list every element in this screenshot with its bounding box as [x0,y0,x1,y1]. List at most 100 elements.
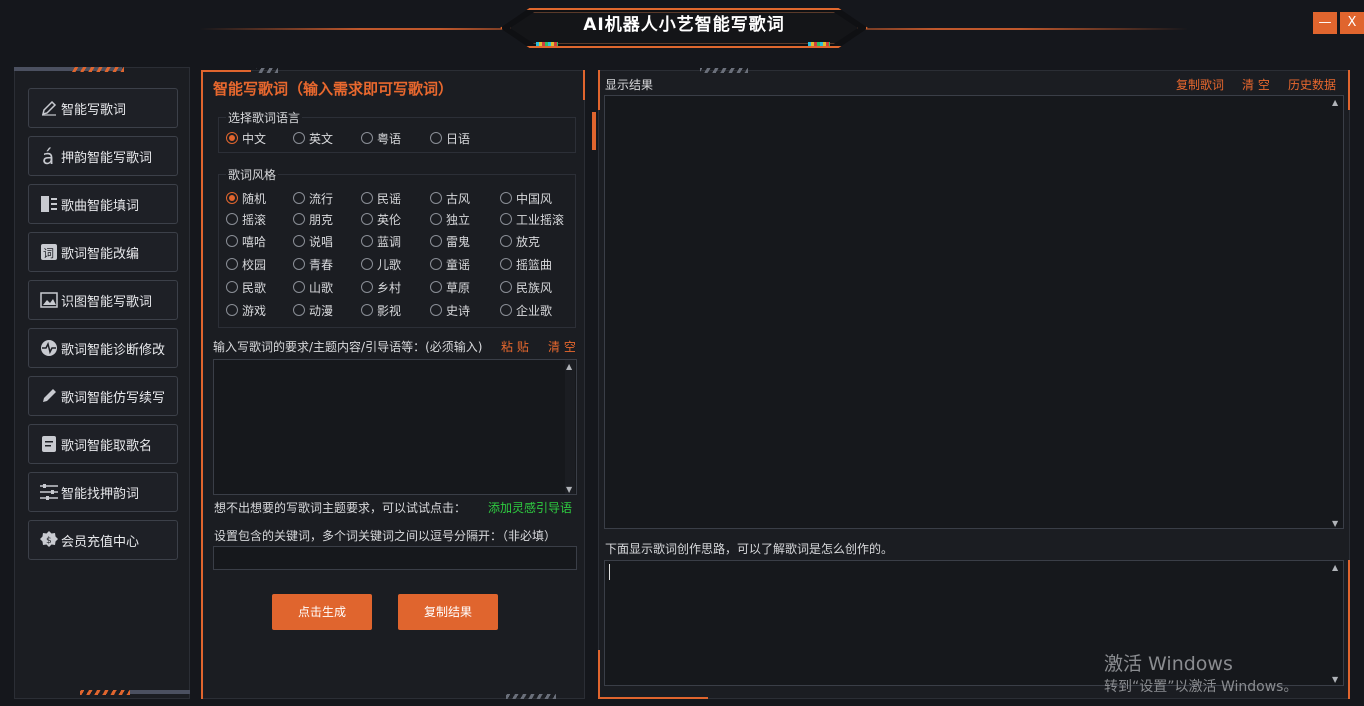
copy-lyrics-button[interactable]: 复制歌词 [1176,76,1224,93]
style-radio-option[interactable]: 摇滚 [226,211,266,227]
history-button[interactable]: 历史数据 [1288,76,1336,93]
style-radio-option[interactable]: 山歌 [293,279,333,295]
result-output[interactable] [604,95,1344,529]
radio-label: 说唱 [309,234,334,249]
radio-label: 流行 [309,191,334,206]
radio-label: 乡村 [377,280,402,295]
style-radio-option[interactable]: 影视 [361,302,401,318]
sidebar-item-image-lyrics[interactable]: 识图智能写歌词 [28,280,178,320]
radio-label: 中国风 [516,191,553,206]
radio-unchecked [293,235,305,247]
style-radio-option[interactable]: 英伦 [361,211,401,227]
clear-input-button[interactable]: 清 空 [548,338,576,355]
radio-unchecked [293,304,305,316]
radio-label: 古风 [446,191,471,206]
activation-watermark-subtitle: 转到“设置”以激活 Windows。 [1104,679,1298,695]
radio-label: 儿歌 [377,257,402,272]
language-radio-japanese[interactable]: 日语 [430,130,470,146]
scroll-down-icon[interactable]: ▼ [1332,675,1338,684]
scroll-up-icon[interactable]: ▲ [566,362,572,371]
style-radio-option[interactable]: 独立 [430,211,470,227]
style-radio-option[interactable]: 中国风 [500,190,552,206]
style-radio-option[interactable]: 草原 [430,279,470,295]
sidebar-item-diagnose-lyrics[interactable]: 歌词智能诊断修改 [28,328,178,368]
requirement-input[interactable] [213,359,577,495]
radio-unchecked [500,258,512,270]
radio-unchecked [293,192,305,204]
style-radio-option[interactable]: 民歌 [226,279,266,295]
sidebar-item-song-name[interactable]: 歌词智能取歌名 [28,424,178,464]
sidebar-item-rhyme-words[interactable]: 智能找押韵词 [28,472,178,512]
add-inspiration-link[interactable]: 添加灵感引导语 [488,499,572,516]
sidebar-item-label: 歌曲智能填词 [61,198,140,214]
inspiration-hint: 想不出想要的写歌词主题要求，可以试试点击： [214,501,467,515]
style-radio-option[interactable]: 青春 [293,256,333,272]
sidebar-bottom-hatch [80,690,130,695]
middle-right-marker [592,112,596,150]
radio-label: 民歌 [242,280,267,295]
sidebar-item-label: 识图智能写歌词 [61,294,153,310]
style-radio-option[interactable]: 民谣 [361,190,401,206]
style-radio-option[interactable]: 工业摇滚 [500,211,564,227]
style-radio-option[interactable]: 雷鬼 [430,233,470,249]
style-radio-option[interactable]: 校园 [226,256,266,272]
title-stripes-left [536,42,558,46]
sidebar-item-adapt-lyrics[interactable]: 词 歌词智能改编 [28,232,178,272]
language-radio-cantonese[interactable]: 粤语 [361,130,401,146]
clear-result-button[interactable]: 清 空 [1242,76,1270,93]
language-radio-english[interactable]: 英文 [293,130,333,146]
generate-button[interactable]: 点击生成 [272,594,372,630]
style-radio-option[interactable]: 史诗 [430,302,470,318]
scroll-up-icon[interactable]: ▲ [1332,563,1338,572]
scroll-up-icon[interactable]: ▲ [1332,98,1338,107]
sidebar-item-write-lyrics[interactable]: 智能写歌词 [28,88,178,128]
style-radio-option[interactable]: 蓝调 [361,233,401,249]
radio-unchecked [430,258,442,270]
style-radio-option[interactable]: 放克 [500,233,540,249]
radio-label: 中文 [242,131,267,146]
sidebar-item-fill-lyrics[interactable]: 歌曲智能填词 [28,184,178,224]
style-radio-option[interactable]: 儿歌 [361,256,401,272]
copy-result-button[interactable]: 复制结果 [398,594,498,630]
requirement-scrollbar[interactable] [565,360,575,494]
radio-unchecked [226,304,238,316]
minimize-button[interactable]: — [1313,12,1337,34]
activation-watermark-title: 激活 Windows [1104,653,1233,675]
style-radio-option[interactable]: 企业歌 [500,302,552,318]
style-radio-option[interactable]: 童谣 [430,256,470,272]
image-icon [39,290,59,310]
sidebar-item-imitate-lyrics[interactable]: 歌词智能仿写续写 [28,376,178,416]
sidebar-item-label: 歌词智能诊断修改 [61,342,166,358]
sidebar-item-rhyme-lyrics[interactable]: á 押韵智能写歌词 [28,136,178,176]
style-radio-option[interactable]: 乡村 [361,279,401,295]
radio-label: 摇滚 [242,212,267,227]
scroll-down-icon[interactable]: ▼ [1332,519,1338,528]
sidebar-item-membership[interactable]: $ 会员充值中心 [28,520,178,560]
style-radio-option[interactable]: 流行 [293,190,333,206]
scroll-down-icon[interactable]: ▼ [566,485,572,494]
sidebar-item-label: 歌词智能仿写续写 [61,390,166,406]
style-radio-option[interactable]: 朋克 [293,211,333,227]
radio-label: 蓝调 [377,234,402,249]
radio-unchecked [293,258,305,270]
style-radio-option[interactable]: 民族风 [500,279,552,295]
style-radio-option[interactable]: 游戏 [226,302,266,318]
thinking-output[interactable] [604,560,1344,686]
title-stripes-right [808,42,830,46]
keyword-input[interactable] [213,546,577,570]
style-radio-option[interactable]: 摇篮曲 [500,256,552,272]
style-radio-option[interactable]: 古风 [430,190,470,206]
middle-panel-top-edge [201,70,251,72]
language-radio-chinese[interactable]: 中文 [226,130,266,146]
style-radio-option[interactable]: 动漫 [293,302,333,318]
style-radio-option[interactable]: 说唱 [293,233,333,249]
radio-label: 摇篮曲 [516,257,553,272]
radio-label: 随机 [242,191,267,206]
paste-button[interactable]: 粘 贴 [501,338,529,355]
radio-label: 游戏 [242,303,267,318]
right-top-hatch [700,68,748,73]
style-radio-option[interactable]: 嘻哈 [226,233,266,249]
radio-unchecked [361,281,373,293]
style-radio-option[interactable]: 随机 [226,190,266,206]
close-button[interactable]: X [1340,12,1364,34]
